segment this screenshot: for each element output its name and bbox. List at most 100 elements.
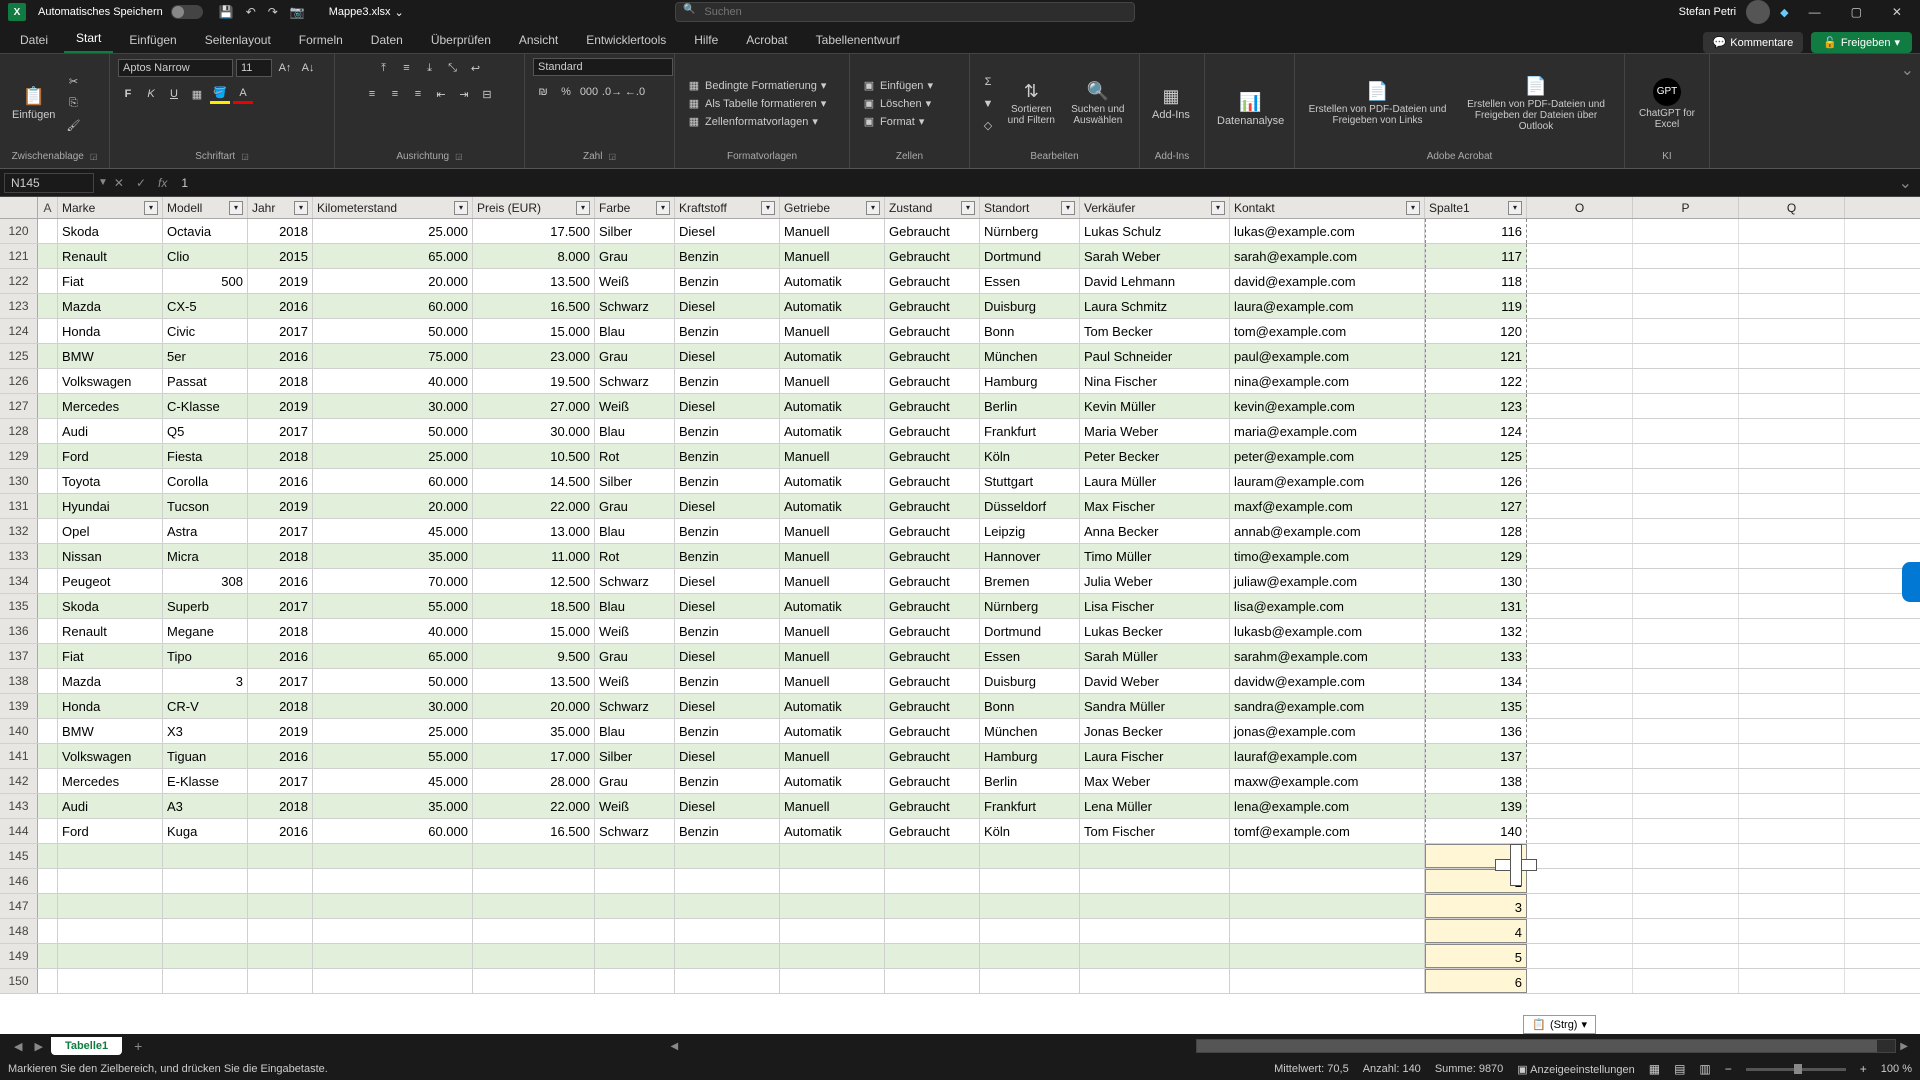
cell[interactable] [1739, 694, 1845, 718]
cell[interactable]: Benzin [675, 244, 780, 268]
filter-icon[interactable]: ▾ [656, 201, 670, 215]
cell[interactable] [780, 844, 885, 868]
cell[interactable] [1527, 819, 1633, 843]
cell[interactable]: Duisburg [980, 669, 1080, 693]
sheet-tab-tabelle1[interactable]: Tabelle1 [51, 1037, 122, 1055]
wrap-text-icon[interactable]: ↩ [466, 58, 486, 78]
cell[interactable] [1633, 669, 1739, 693]
cell[interactable]: 2018 [248, 794, 313, 818]
cell[interactable] [780, 969, 885, 993]
cell[interactable]: 2018 [248, 444, 313, 468]
filter-icon[interactable]: ▾ [229, 201, 243, 215]
cell[interactable]: Audi [58, 419, 163, 443]
cell[interactable]: Düsseldorf [980, 494, 1080, 518]
cell[interactable]: 2017 [248, 769, 313, 793]
cell[interactable]: david@example.com [1230, 269, 1425, 293]
cell[interactable]: Automatik [780, 769, 885, 793]
cell[interactable]: Gebraucht [885, 594, 980, 618]
cell[interactable] [1527, 319, 1633, 343]
cell[interactable]: 9.500 [473, 644, 595, 668]
cell[interactable] [980, 969, 1080, 993]
cell[interactable]: BMW [58, 719, 163, 743]
cell[interactable]: Automatik [780, 819, 885, 843]
cell[interactable]: 122 [1425, 369, 1527, 393]
row-header[interactable]: 127 [0, 394, 38, 418]
cell[interactable]: Grau [595, 244, 675, 268]
cell[interactable] [1739, 594, 1845, 618]
cell[interactable] [885, 844, 980, 868]
cell[interactable] [1527, 594, 1633, 618]
cell[interactable] [313, 919, 473, 943]
cell[interactable]: Clio [163, 244, 248, 268]
cell[interactable] [313, 944, 473, 968]
collapse-ribbon-icon[interactable]: ⌄ [1901, 62, 1914, 79]
table-row[interactable]: 146 2 [0, 869, 1920, 894]
col-header-modell[interactable]: Modell▾ [163, 197, 248, 218]
cell[interactable]: BMW [58, 344, 163, 368]
cell[interactable] [1739, 744, 1845, 768]
cell[interactable] [38, 594, 58, 618]
cell[interactable]: 50.000 [313, 669, 473, 693]
cell[interactable] [1739, 394, 1845, 418]
cell[interactable]: Schwarz [595, 819, 675, 843]
cell[interactable]: 2019 [248, 494, 313, 518]
cell[interactable]: Frankfurt [980, 794, 1080, 818]
paste-button[interactable]: 📋Einfügen [8, 84, 59, 123]
cell[interactable] [1739, 369, 1845, 393]
cell[interactable]: Paul Schneider [1080, 344, 1230, 368]
cell[interactable]: 119 [1425, 294, 1527, 318]
cell[interactable]: Tucson [163, 494, 248, 518]
cell[interactable]: Manuell [780, 619, 885, 643]
cell[interactable]: E-Klasse [163, 769, 248, 793]
cell[interactable]: 2016 [248, 819, 313, 843]
cell[interactable] [1739, 619, 1845, 643]
cell[interactable]: sandra@example.com [1230, 694, 1425, 718]
row-header[interactable]: 128 [0, 419, 38, 443]
view-page-icon[interactable]: ▤ [1674, 1062, 1685, 1076]
search-box[interactable] [675, 2, 1135, 22]
diamond-icon[interactable]: ◆ [1780, 6, 1788, 19]
cell[interactable]: 1 [1425, 844, 1527, 868]
cell[interactable]: Fiesta [163, 444, 248, 468]
cell[interactable] [1739, 644, 1845, 668]
cell[interactable]: Lena Müller [1080, 794, 1230, 818]
cell[interactable]: 308 [163, 569, 248, 593]
cell[interactable] [38, 644, 58, 668]
cell[interactable]: 60.000 [313, 294, 473, 318]
cell[interactable]: Timo Müller [1080, 544, 1230, 568]
cell[interactable]: Tipo [163, 644, 248, 668]
cell[interactable] [1739, 819, 1845, 843]
cell[interactable] [38, 219, 58, 243]
cell[interactable]: 2017 [248, 519, 313, 543]
thousands-icon[interactable]: 000 [579, 82, 599, 102]
cell[interactable]: Hannover [980, 544, 1080, 568]
cell[interactable] [1739, 244, 1845, 268]
cell[interactable]: David Weber [1080, 669, 1230, 693]
cell[interactable]: 3 [163, 669, 248, 693]
table-row[interactable]: 129 Ford Fiesta 2018 25.000 10.500 Rot B… [0, 444, 1920, 469]
col-header-preis[interactable]: Preis (EUR)▾ [473, 197, 595, 218]
cell[interactable] [885, 944, 980, 968]
cell[interactable] [163, 894, 248, 918]
cell[interactable] [58, 919, 163, 943]
cell[interactable]: Gebraucht [885, 319, 980, 343]
cell[interactable]: Gebraucht [885, 369, 980, 393]
col-header-getriebe[interactable]: Getriebe▾ [780, 197, 885, 218]
cell[interactable]: Jonas Becker [1080, 719, 1230, 743]
cell[interactable] [1633, 869, 1739, 893]
cell[interactable]: Peter Becker [1080, 444, 1230, 468]
cell[interactable]: Tom Becker [1080, 319, 1230, 343]
cell[interactable]: Julia Weber [1080, 569, 1230, 593]
row-header[interactable]: 142 [0, 769, 38, 793]
cell[interactable]: 20.000 [313, 494, 473, 518]
cell[interactable] [1633, 969, 1739, 993]
cell[interactable]: Megane [163, 619, 248, 643]
table-row[interactable]: 148 4 [0, 919, 1920, 944]
cell[interactable] [1633, 344, 1739, 368]
cell[interactable]: Gebraucht [885, 819, 980, 843]
filename[interactable]: Mappe3.xlsx ⌄ [329, 6, 404, 19]
cell[interactable] [1633, 944, 1739, 968]
cell[interactable]: jonas@example.com [1230, 719, 1425, 743]
cell[interactable] [1633, 719, 1739, 743]
cell[interactable] [1527, 544, 1633, 568]
